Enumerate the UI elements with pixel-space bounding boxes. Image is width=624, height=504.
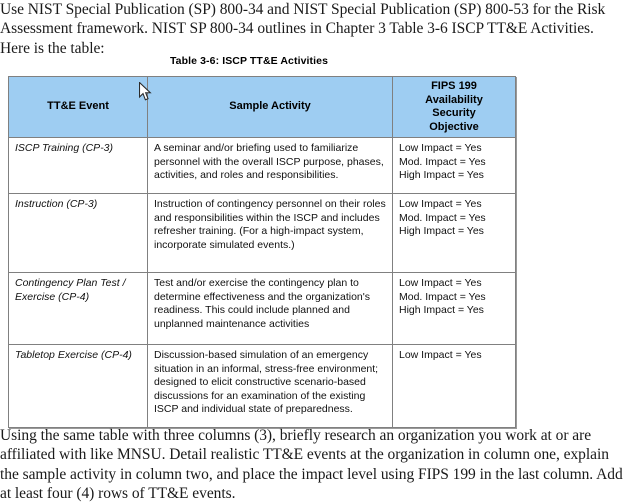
cell-sample-activity: A seminar and/or briefing used to famili… [147,137,393,194]
table-row: ISCP Training (CP-3) A seminar and/or br… [8,137,516,194]
cell-fips-objective: Low Impact = Yes [392,344,516,428]
column-header-fips-199: FIPS 199 Availability Security Objective [392,76,516,138]
intro-paragraph: Use NIST Special Publication (SP) 800-34… [0,1,606,57]
cell-ttae-event: ISCP Training (CP-3) [8,137,148,194]
ttae-activities-table: TT&E Event Sample Activity FIPS 199 Avai… [8,76,516,428]
table-caption: Table 3-6: ISCP TT&E Activities [169,55,329,67]
cell-sample-activity: Test and/or exercise the contingency pla… [147,272,393,345]
outro-paragraph: Using the same table with three columns … [0,427,623,503]
table-header: TT&E Event Sample Activity FIPS 199 Avai… [8,76,516,138]
cell-ttae-event: Contingency Plan Test / Exercise (CP-4) [8,272,148,345]
cell-fips-objective: Low Impact = Yes Mod. Impact = Yes High … [392,137,516,194]
table-row: Contingency Plan Test / Exercise (CP-4) … [8,272,516,345]
table-body: ISCP Training (CP-3) A seminar and/or br… [8,137,516,428]
cell-sample-activity: Discussion-based simulation of an emerge… [147,344,393,428]
table-header-row: TT&E Event Sample Activity FIPS 199 Avai… [8,76,516,138]
table-row: Instruction (CP-3) Instruction of contin… [8,193,516,273]
column-header-sample-activity: Sample Activity [147,76,393,138]
cell-sample-activity: Instruction of contingency personnel on … [147,193,393,273]
column-header-ttae-event: TT&E Event [8,76,148,138]
cell-fips-objective: Low Impact = Yes Mod. Impact = Yes High … [392,193,516,273]
table-row: Tabletop Exercise (CP-4) Discussion-base… [8,344,516,428]
cell-ttae-event: Instruction (CP-3) [8,193,148,273]
cell-fips-objective: Low Impact = Yes Mod. Impact = Yes High … [392,272,516,345]
cell-ttae-event: Tabletop Exercise (CP-4) [8,344,148,428]
